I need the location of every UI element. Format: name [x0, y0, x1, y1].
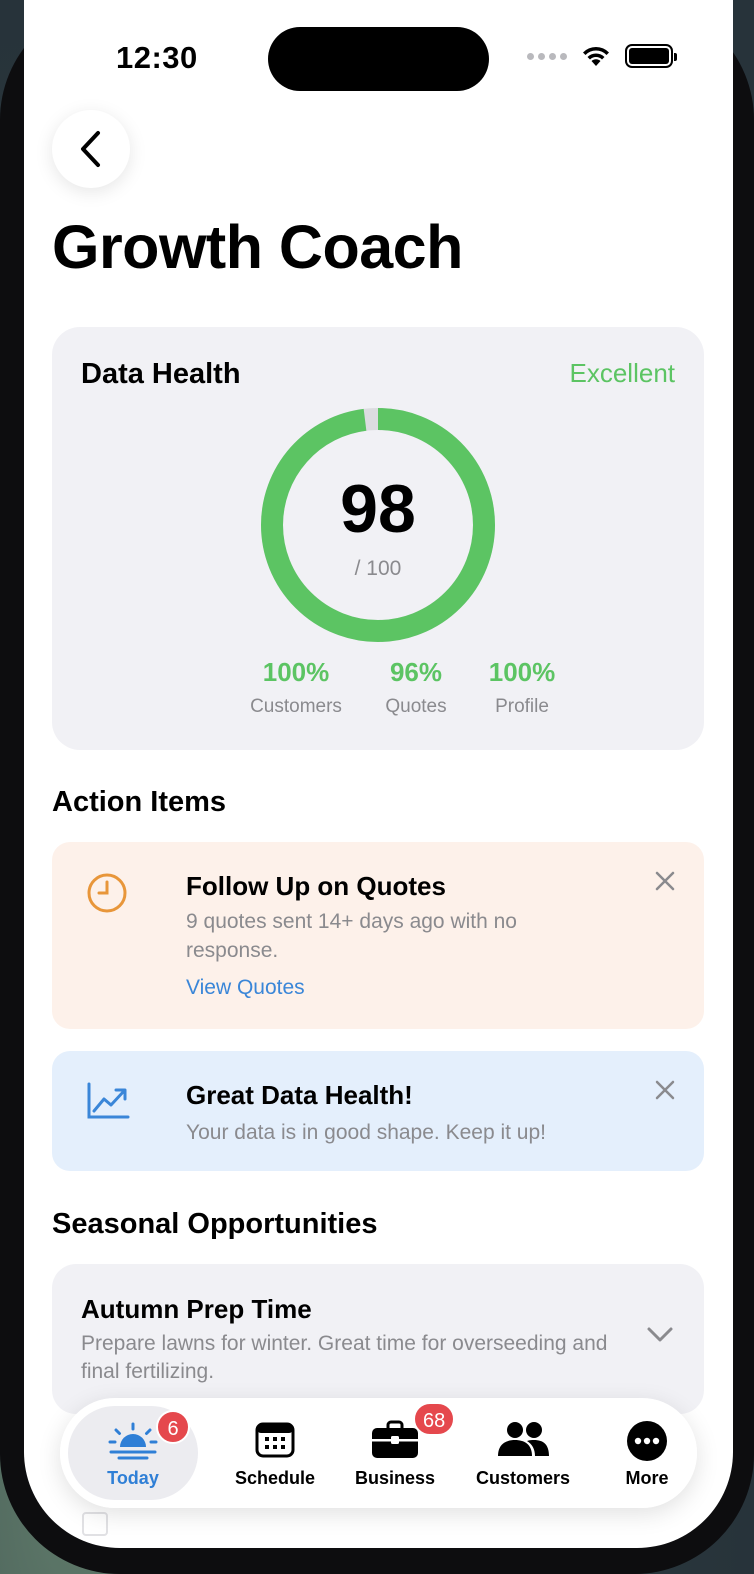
- more-icon: [627, 1421, 667, 1461]
- trending-up-icon: [87, 1082, 130, 1119]
- status-icons: [527, 44, 677, 68]
- briefcase-icon: [372, 1420, 418, 1458]
- tab-business[interactable]: Business 68: [333, 1398, 457, 1508]
- close-icon[interactable]: [654, 870, 676, 892]
- tab-label: Customers: [475, 1468, 571, 1488]
- seasonal-card-autumn[interactable]: Autumn Prep Time Prepare lawns for winte…: [52, 1264, 704, 1414]
- seasonal-card-description: Prepare lawns for winter. Great time for…: [81, 1332, 608, 1383]
- metric-label: Customers: [250, 696, 342, 717]
- clock-icon: [87, 873, 127, 913]
- tab-more[interactable]: More: [585, 1398, 709, 1508]
- health-score-max: / 100: [354, 557, 402, 580]
- notification-badge: 68: [413, 1402, 456, 1436]
- data-health-title: Data Health: [81, 358, 241, 390]
- dynamic-island: [268, 27, 489, 91]
- tab-schedule[interactable]: Schedule: [213, 1398, 337, 1508]
- metric-label: Profile: [495, 696, 549, 717]
- chevron-down-icon[interactable]: [646, 1326, 674, 1344]
- action-card-data-health[interactable]: Great Data Health! Your data is in good …: [52, 1051, 704, 1171]
- action-card-follow-up[interactable]: Follow Up on Quotes 9 quotes sent 14+ da…: [52, 842, 704, 1029]
- notification-badge: 6: [156, 1410, 190, 1444]
- seasonal-opportunities-title: Seasonal Opportunities: [52, 1208, 378, 1240]
- metric-value: 100%: [488, 657, 556, 687]
- list-item-peek: [82, 1512, 108, 1536]
- chevron-left-icon: [81, 131, 100, 167]
- seasonal-card-title: Autumn Prep Time: [81, 1294, 312, 1324]
- sunrise-icon: [108, 1422, 158, 1460]
- metric-value: 100%: [262, 657, 330, 687]
- tab-label: Business: [354, 1468, 436, 1488]
- back-button[interactable]: [52, 110, 130, 188]
- view-quotes-link[interactable]: View Quotes: [186, 976, 305, 1000]
- app-screen: 12:30 Growth Coach Data Health Excellent: [24, 0, 733, 1548]
- battery-icon: [625, 44, 677, 68]
- action-title: Follow Up on Quotes: [186, 871, 446, 901]
- tab-label: Schedule: [234, 1468, 316, 1488]
- metric-customers: 100% Customers: [231, 657, 361, 718]
- wifi-icon: [583, 46, 609, 66]
- page-title: Growth Coach: [52, 213, 463, 281]
- tab-label: Today: [107, 1468, 159, 1488]
- status-time: 12:30: [116, 40, 198, 75]
- calendar-icon: [255, 1422, 295, 1458]
- tab-today[interactable]: Today 6: [68, 1406, 198, 1500]
- tab-bar: Today 6 Schedule Business 68 Customers M…: [60, 1398, 697, 1508]
- action-items-title: Action Items: [52, 786, 227, 818]
- data-health-card: Data Health Excellent 98 / 100 100% Cust…: [52, 327, 704, 750]
- phone-frame: 12:30 Growth Coach Data Health Excellent: [0, 0, 754, 1574]
- tab-customers[interactable]: Customers: [460, 1398, 586, 1508]
- data-health-status: Excellent: [569, 358, 676, 388]
- people-icon: [498, 1422, 549, 1456]
- action-description: 9 quotes sent 14+ days ago with no respo…: [186, 910, 517, 962]
- health-score: 98: [340, 471, 416, 547]
- action-title: Great Data Health!: [186, 1080, 413, 1110]
- tab-label: More: [625, 1468, 669, 1488]
- cellular-signal-icon: [527, 52, 567, 60]
- metric-profile: 100% Profile: [457, 657, 587, 718]
- close-icon[interactable]: [654, 1079, 676, 1101]
- action-description: Your data is in good shape. Keep it up!: [186, 1121, 546, 1144]
